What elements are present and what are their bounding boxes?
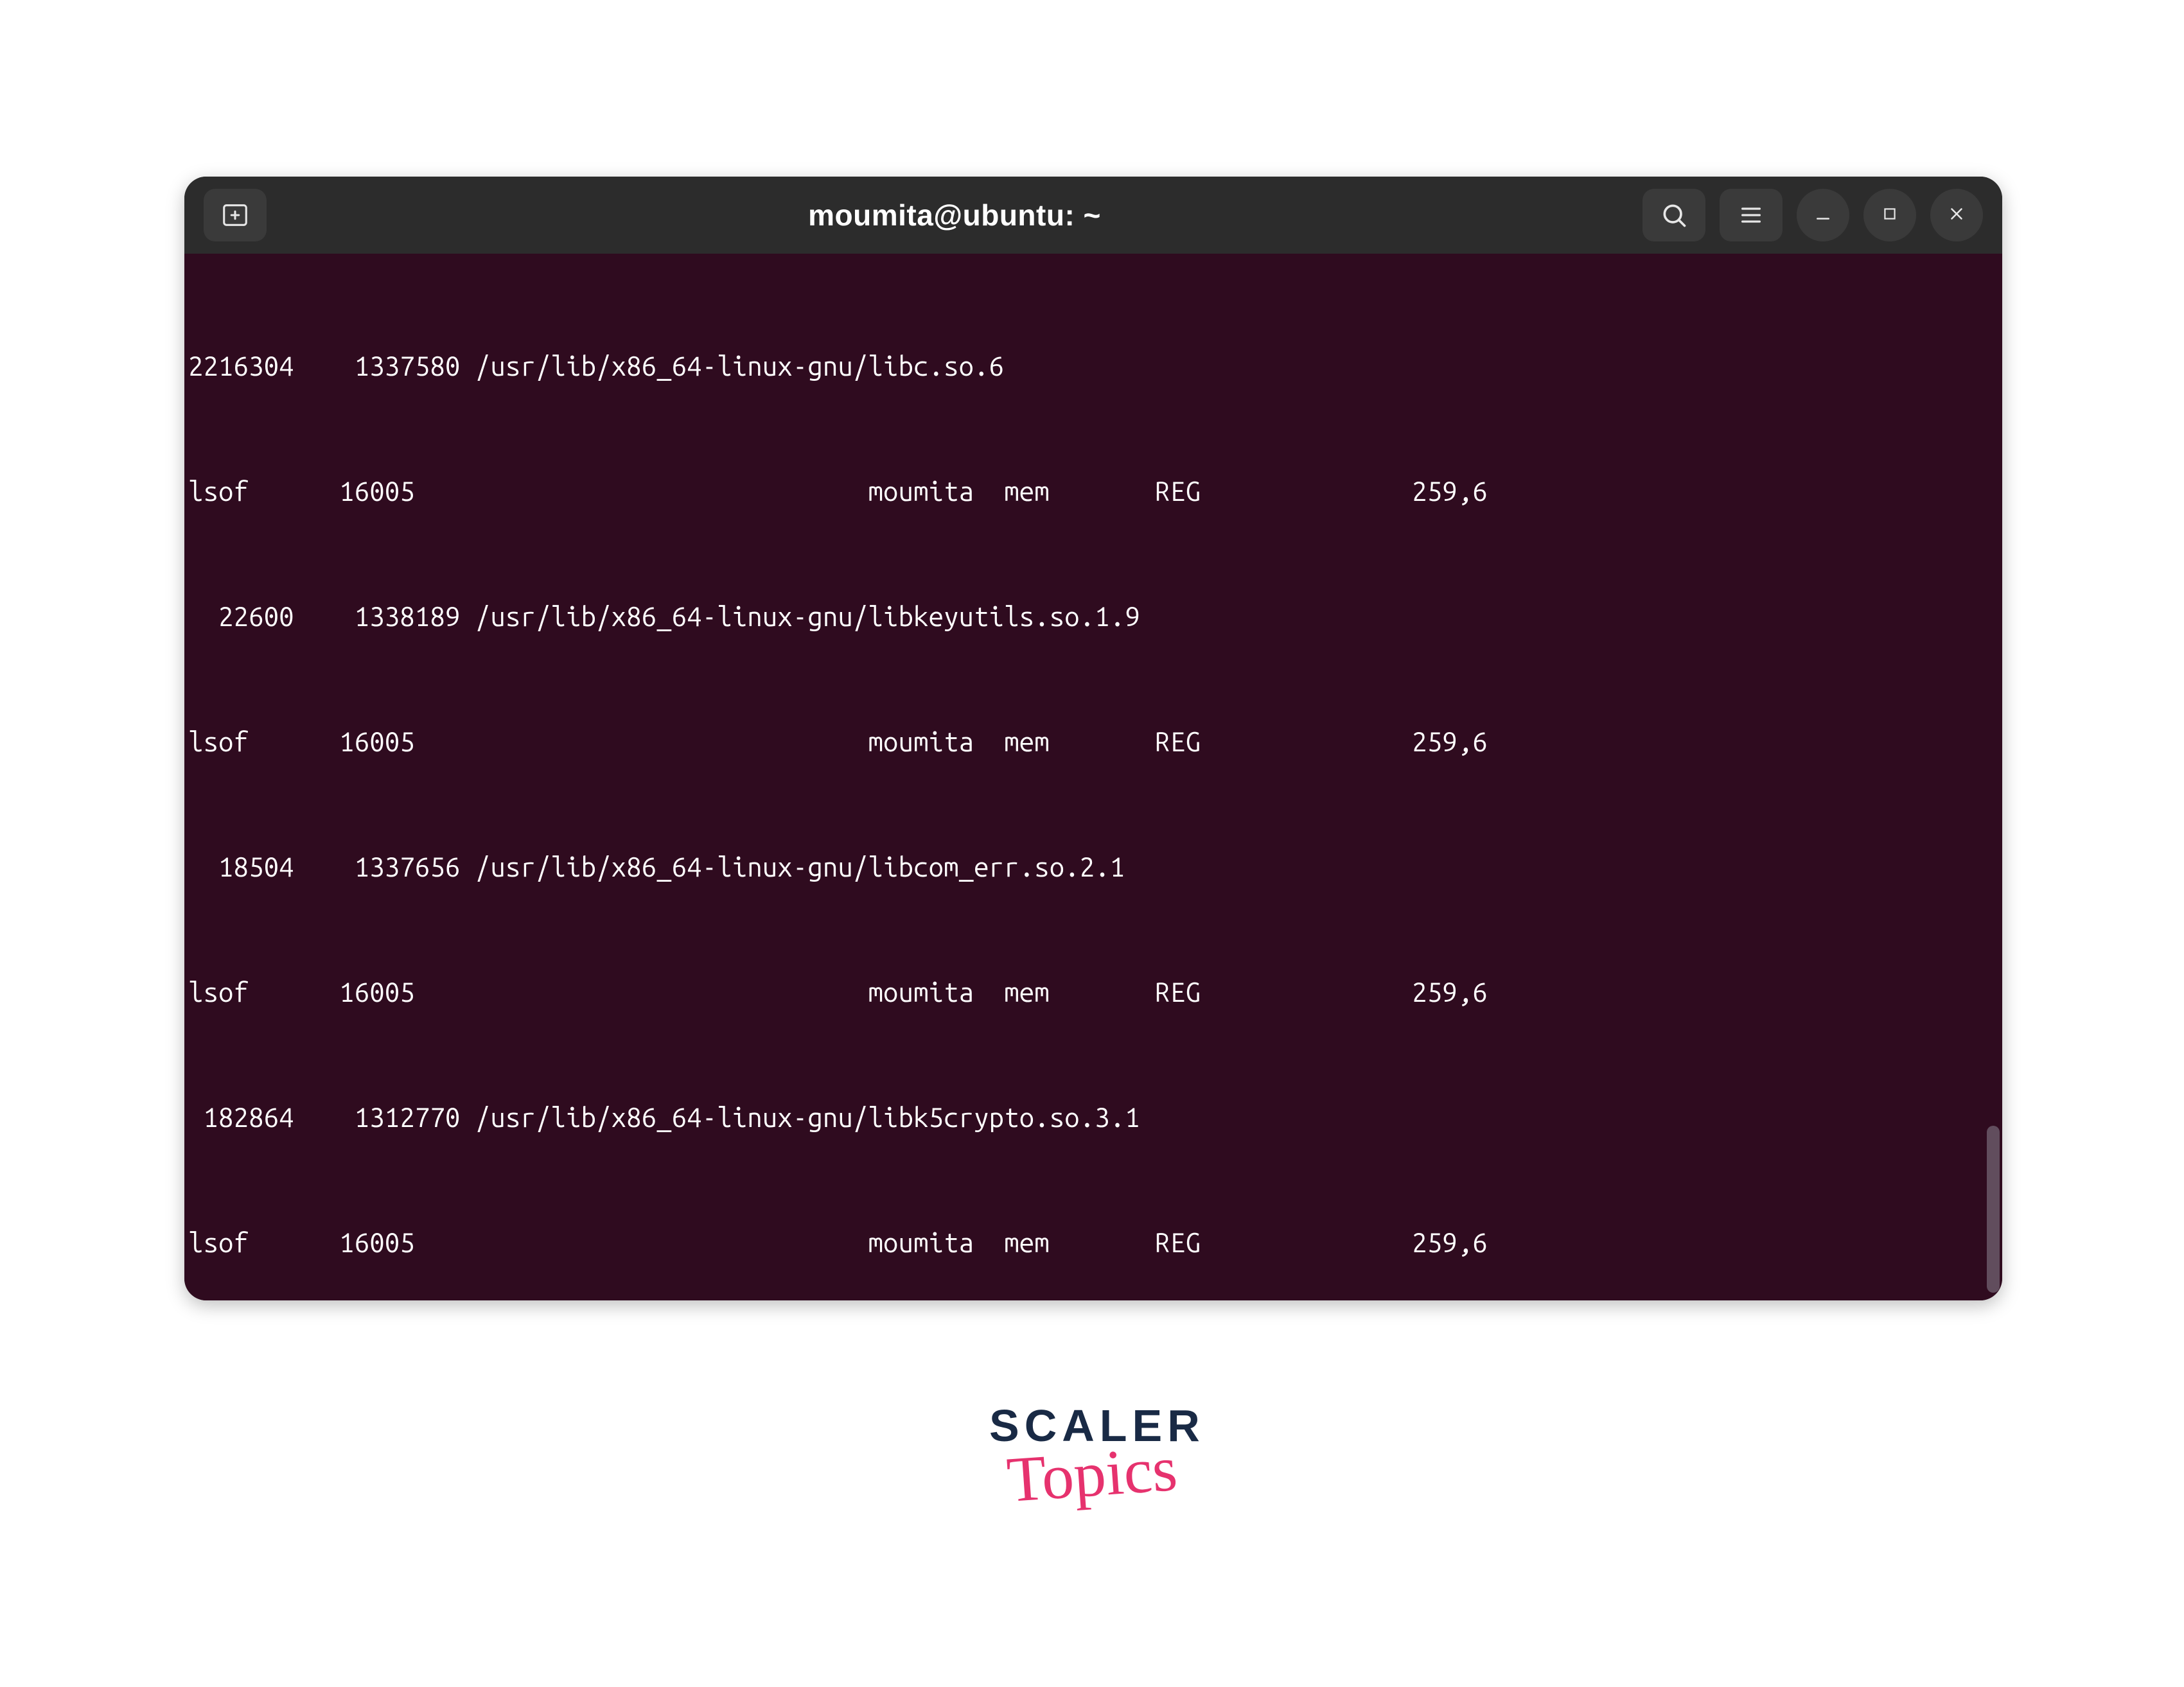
minimize-button[interactable] (1797, 189, 1849, 241)
terminal-line: lsof 16005 moumita mem REG 259,6 (188, 971, 2002, 1013)
maximize-button[interactable] (1863, 189, 1916, 241)
minimize-icon (1813, 204, 1833, 227)
close-button[interactable] (1930, 189, 1983, 241)
maximize-icon (1881, 205, 1898, 225)
close-icon (1947, 204, 1966, 227)
search-icon (1660, 201, 1688, 229)
titlebar: moumita@ubuntu: ~ (184, 177, 2002, 254)
terminal-line: 22600 1338189 /usr/lib/x86_64-linux-gnu/… (188, 595, 2002, 637)
terminal-line: lsof 16005 moumita mem REG 259,6 (188, 721, 2002, 762)
brand-logo: SCALER Topics (989, 1400, 1195, 1511)
terminal-line: 182864 1312770 /usr/lib/x86_64-linux-gnu… (188, 1096, 2002, 1138)
brand-name-bottom: Topics (987, 1430, 1197, 1518)
search-button[interactable] (1642, 189, 1705, 241)
terminal-window: moumita@ubuntu: ~ (184, 177, 2002, 1300)
new-tab-button[interactable] (204, 189, 267, 241)
terminal-line: lsof 16005 moumita mem REG 259,6 (188, 1221, 2002, 1263)
terminal-line: 2216304 1337580 /usr/lib/x86_64-linux-gn… (188, 345, 2002, 387)
menu-icon (1738, 202, 1764, 228)
window-title: moumita@ubuntu: ~ (808, 198, 1101, 232)
new-tab-icon (220, 200, 250, 230)
scrollbar[interactable] (1987, 1126, 2000, 1293)
terminal-body[interactable]: 2216304 1337580 /usr/lib/x86_64-linux-gn… (184, 254, 2002, 1300)
terminal-line: lsof 16005 moumita mem REG 259,6 (188, 470, 2002, 512)
terminal-line: 18504 1337656 /usr/lib/x86_64-linux-gnu/… (188, 846, 2002, 887)
menu-button[interactable] (1720, 189, 1783, 241)
